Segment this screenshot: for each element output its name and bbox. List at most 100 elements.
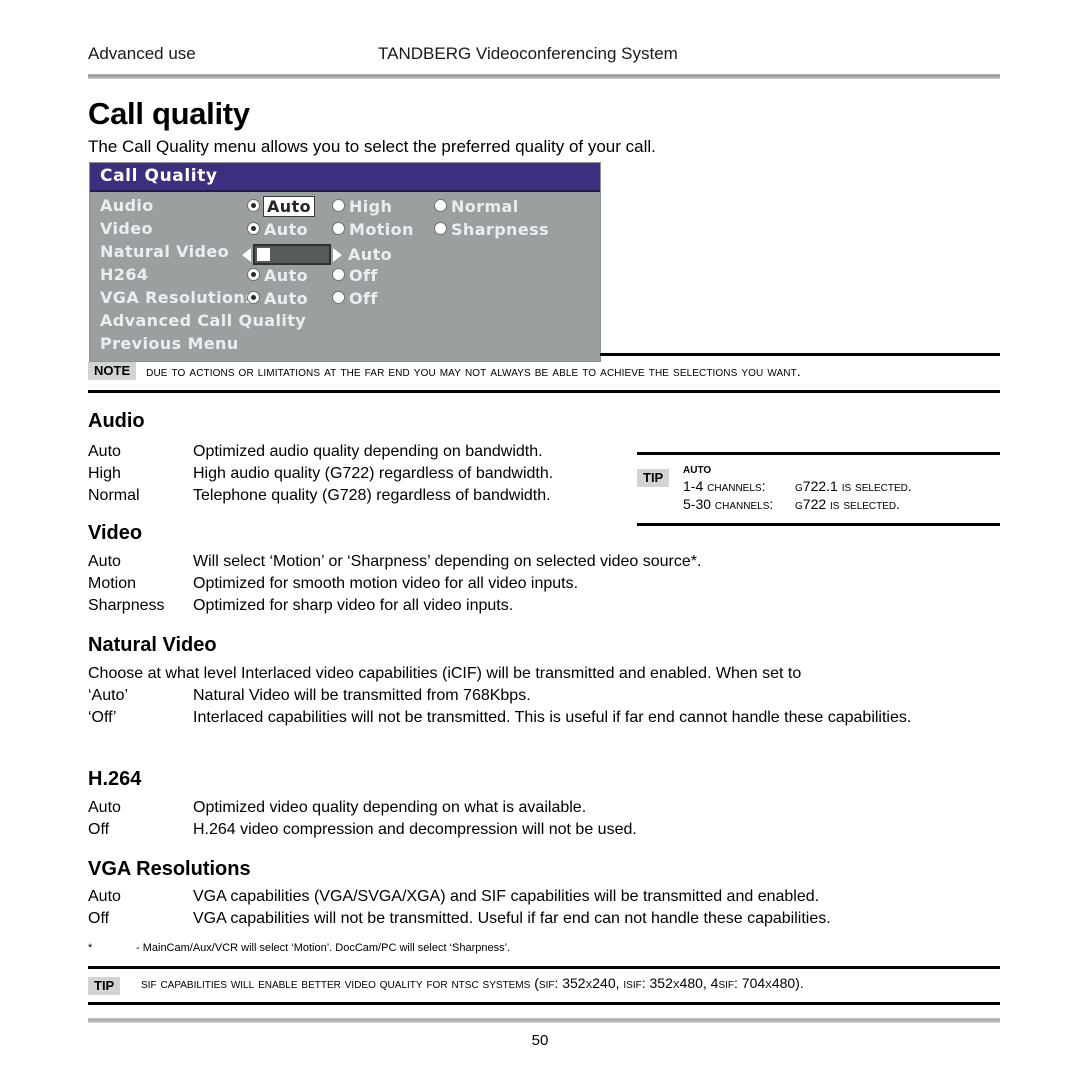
description: Optimized for smooth motion video for al… bbox=[193, 575, 579, 592]
description: High audio quality (G722) regardless of … bbox=[193, 465, 554, 482]
osd-option-label: Auto bbox=[264, 197, 315, 216]
term: Auto bbox=[88, 799, 121, 816]
description: VGA capabilities (VGA/SVGA/XGA) and SIF … bbox=[193, 888, 820, 905]
arrow-left-icon[interactable] bbox=[242, 247, 251, 262]
heading-h264: H.264 bbox=[88, 768, 142, 790]
radio-on-icon bbox=[248, 200, 259, 211]
audio-row-auto: Auto Optimized audio quality depending on… bbox=[88, 443, 543, 461]
note-rule bbox=[88, 390, 1000, 393]
radio-off-icon bbox=[333, 200, 344, 211]
osd-label-previous-menu: Previous Menu bbox=[100, 334, 239, 353]
term: Sharpness bbox=[88, 597, 165, 614]
video-row-motion: Motion Optimized for smooth motion video … bbox=[88, 575, 578, 593]
description: VGA capabilities will not be transmitted… bbox=[193, 910, 831, 927]
vga-row-auto: Auto VGA capabilities (VGA/SVGA/XGA) and … bbox=[88, 888, 819, 906]
heading-natural-video: Natural Video bbox=[88, 634, 217, 656]
bottom-tip-rule-top bbox=[88, 966, 1000, 969]
osd-option-vga-auto[interactable]: Auto bbox=[248, 286, 308, 310]
osd-option-label: Auto bbox=[264, 289, 309, 308]
note-callout: NOTE Due to actions or limitations at the… bbox=[88, 362, 1000, 380]
tip-row-1: 1-4 channels: G722.1 is selected. bbox=[683, 477, 912, 495]
heading-video: Video bbox=[88, 522, 143, 544]
tip-inner: TIP Auto 1-4 channels: G722.1 is selected… bbox=[637, 455, 1000, 523]
osd-label-advanced-call-quality: Advanced Call Quality bbox=[100, 311, 307, 330]
osd-option-video-sharpness[interactable]: Sharpness bbox=[435, 217, 549, 241]
document-page: Advanced use TANDBERG Videoconferencing … bbox=[0, 0, 1080, 1080]
term: Normal bbox=[88, 487, 140, 504]
osd-option-vga-off[interactable]: Off bbox=[333, 286, 378, 310]
radio-off-icon bbox=[435, 200, 446, 211]
description: Natural Video will be transmitted from 7… bbox=[193, 687, 531, 704]
osd-row-audio[interactable]: Audio Auto High Normal bbox=[90, 194, 600, 217]
osd-row-vga-resolutions[interactable]: VGA Resolutions Auto Off bbox=[90, 286, 600, 309]
tip-text: SIF capabilities will enable better vide… bbox=[141, 975, 804, 991]
h264-row-off: Off H.264 video compression and decompres… bbox=[88, 821, 637, 839]
tip-callout-audio: TIP Auto 1-4 channels: G722.1 is selected… bbox=[637, 452, 1000, 526]
term: ‘Off’ bbox=[88, 709, 117, 726]
radio-on-icon bbox=[248, 269, 259, 280]
term: High bbox=[88, 465, 121, 482]
page-title: Call quality bbox=[88, 96, 250, 131]
vga-row-off: Off VGA capabilities will not be transmit… bbox=[88, 910, 831, 928]
arrow-right-icon[interactable] bbox=[333, 247, 342, 262]
osd-option-video-auto[interactable]: Auto bbox=[248, 217, 308, 241]
description: Optimized audio quality depending on ban… bbox=[193, 443, 543, 460]
bottom-tip-rule-bottom bbox=[88, 1002, 1000, 1005]
tip-row-label: 1-4 channels: bbox=[683, 478, 766, 494]
osd-option-label: Off bbox=[349, 289, 378, 308]
description: Telephone quality (G728) regardless of b… bbox=[193, 487, 551, 504]
header-rule bbox=[88, 74, 1000, 79]
term: Off bbox=[88, 821, 110, 838]
osd-label-video: Video bbox=[100, 219, 153, 238]
osd-row-video[interactable]: Video Auto Motion Sharpness bbox=[90, 217, 600, 240]
slider-track[interactable] bbox=[253, 244, 331, 265]
description: Optimized for sharp video for all video … bbox=[193, 597, 514, 614]
osd-label-audio: Audio bbox=[100, 196, 154, 215]
running-head-center: TANDBERG Videoconferencing System bbox=[378, 44, 678, 63]
tip-row-value: G722 is selected. bbox=[795, 496, 901, 512]
natural-video-intro: Choose at what level Interlaced video ca… bbox=[88, 665, 802, 682]
osd-option-label: Motion bbox=[349, 220, 414, 239]
osd-option-video-motion[interactable]: Motion bbox=[333, 217, 414, 241]
osd-label-natural-video: Natural Video bbox=[100, 242, 230, 261]
osd-option-h264-auto[interactable]: Auto bbox=[248, 263, 308, 287]
osd-row-natural-video[interactable]: Natural Video Auto bbox=[90, 240, 600, 265]
tip-tag: TIP bbox=[88, 977, 121, 995]
osd-option-audio-normal[interactable]: Normal bbox=[435, 194, 519, 218]
osd-row-previous-menu[interactable]: Previous Menu bbox=[90, 332, 600, 355]
osd-row-advanced-call-quality[interactable]: Advanced Call Quality bbox=[90, 309, 600, 332]
tip-tag: TIP bbox=[637, 469, 670, 487]
osd-option-h264-off[interactable]: Off bbox=[333, 263, 378, 287]
tip-rule-bottom bbox=[637, 523, 1000, 526]
heading-audio: Audio bbox=[88, 410, 145, 432]
osd-label-vga-resolutions: VGA Resolutions bbox=[100, 288, 256, 307]
description: H.264 video compression and decompressio… bbox=[193, 821, 637, 838]
radio-on-icon bbox=[248, 223, 259, 234]
term: Auto bbox=[88, 888, 121, 905]
osd-menu-screenshot: Call Quality Audio Auto High Normal Vide… bbox=[90, 163, 600, 361]
tip-row-label: 5-30 channels: bbox=[683, 496, 774, 512]
osd-option-label: Auto bbox=[264, 220, 309, 239]
footer-rule bbox=[88, 1018, 1000, 1023]
osd-option-label: Auto bbox=[264, 266, 309, 285]
note-text: Due to actions or limitations at the far… bbox=[146, 363, 801, 379]
description: Interlaced capabilities will not be tran… bbox=[193, 709, 912, 726]
footnote-text: - MainCam/Aux/VCR will select ‘Motion’. … bbox=[136, 942, 511, 954]
osd-title-bar: Call Quality bbox=[90, 163, 600, 192]
radio-off-icon bbox=[333, 292, 344, 303]
osd-option-label: Sharpness bbox=[451, 220, 549, 239]
slider-thumb[interactable] bbox=[257, 248, 270, 261]
natural-video-slider[interactable]: Auto bbox=[242, 243, 392, 265]
term: Auto bbox=[88, 443, 121, 460]
tip-lines: Auto 1-4 channels: G722.1 is selected. 5-… bbox=[683, 459, 912, 513]
osd-option-audio-auto[interactable]: Auto bbox=[248, 194, 315, 218]
term: Auto bbox=[88, 553, 121, 570]
tip-row-2: 5-30 channels: G722 is selected. bbox=[683, 495, 912, 513]
radio-off-icon bbox=[333, 223, 344, 234]
heading-vga-resolutions: VGA Resolutions bbox=[88, 858, 251, 880]
osd-option-label: Off bbox=[349, 266, 378, 285]
description: Will select ‘Motion’ or ‘Sharpness’ depe… bbox=[193, 553, 702, 570]
osd-option-audio-high[interactable]: High bbox=[333, 194, 392, 218]
osd-row-h264[interactable]: H264 Auto Off bbox=[90, 263, 600, 286]
audio-row-normal: Normal Telephone quality (G728) regardles… bbox=[88, 487, 551, 505]
